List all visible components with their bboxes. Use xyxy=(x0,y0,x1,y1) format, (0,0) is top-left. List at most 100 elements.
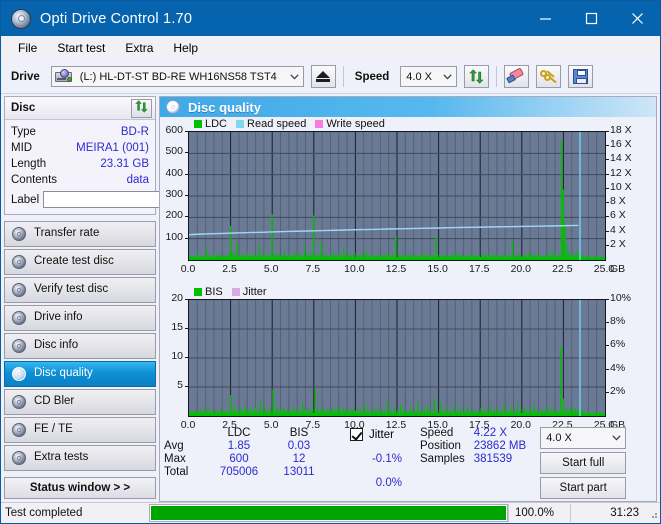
x-axis-tick: 12.5 xyxy=(385,419,407,431)
legend-label: LDC xyxy=(205,117,228,130)
menu-file[interactable]: File xyxy=(9,38,46,58)
sidebar-item-transfer-rate[interactable]: Transfer rate xyxy=(4,221,156,247)
minimize-icon[interactable] xyxy=(522,1,568,36)
disc-row-contents: Contents data xyxy=(11,172,149,188)
disc-row-key: Contents xyxy=(11,174,58,186)
menu-start-test[interactable]: Start test xyxy=(48,38,114,58)
plot-area[interactable] xyxy=(188,299,606,417)
speed-label: Speed xyxy=(354,70,390,83)
resize-grip-icon[interactable] xyxy=(644,506,658,520)
disc-row-value: MEIRA1 (001) xyxy=(76,142,149,154)
stats-max-ldc: 600 xyxy=(229,453,249,465)
menu-help[interactable]: Help xyxy=(164,38,207,58)
sidebar-item-cd-bler[interactable]: CD Bler xyxy=(4,389,156,415)
progress-fill xyxy=(151,506,506,520)
start-full-button[interactable]: Start full xyxy=(540,452,627,474)
chevron-down-icon xyxy=(608,435,625,441)
disc-row-key: Type xyxy=(11,126,36,138)
y2-axis-tick: 10 X xyxy=(610,180,632,193)
charts-container: LDC Read speed Write speed 100 200 300 400 500 6… xyxy=(160,117,656,432)
drive-select[interactable]: (L:) HL-DT-ST BD-RE WH16NS58 TST4 xyxy=(50,66,304,87)
x-axis-tick: 20.0 xyxy=(510,419,532,431)
x-axis-tick: 12.5 xyxy=(385,263,407,275)
content-area: Disc quality LDC Read speed Write speed 100… xyxy=(158,94,660,502)
y2-axis-tick: 6 X xyxy=(610,209,626,222)
y2-axis-tickmark xyxy=(606,202,609,204)
y2-axis-tick: 2% xyxy=(610,384,626,397)
status-window-button[interactable]: Status window > > xyxy=(4,477,156,499)
jitter-checkbox[interactable] xyxy=(350,428,363,441)
sidebar-item-create-test-disc[interactable]: Create test disc xyxy=(4,249,156,275)
y2-axis-tickmark xyxy=(606,216,609,218)
y2-axis-tick: 2 X xyxy=(610,237,626,250)
save-button[interactable] xyxy=(568,65,594,88)
toolbar-divider-1 xyxy=(342,66,344,87)
menu-extra[interactable]: Extra xyxy=(116,38,162,58)
legend-item: LDC xyxy=(194,118,227,130)
app-window: Opti Drive Control 1.70 File Start test … xyxy=(0,0,661,524)
y2-axis-tickmark xyxy=(606,368,609,370)
plot-area[interactable] xyxy=(188,131,606,261)
x-axis-tick: 2.5 xyxy=(222,263,237,275)
test-speed-select[interactable]: 4.0 X xyxy=(540,427,627,449)
stats-avg-ldc: 1.85 xyxy=(227,440,251,452)
disc-icon xyxy=(12,254,27,270)
y-axis-tick: 300 xyxy=(165,188,183,200)
y-axis-tickmark xyxy=(185,237,188,239)
stats-total-ldc: 705006 xyxy=(219,466,259,478)
position-stat-value: 23862 MB xyxy=(473,440,527,452)
y2-axis-tick: 18 X xyxy=(610,124,632,136)
test-controls: 4.0 X Start full Start part xyxy=(540,427,627,499)
drive-label: Drive xyxy=(11,70,40,83)
speed-select[interactable]: 4.0 X xyxy=(400,66,458,87)
bis-chart[interactable]: BIS Jitter 5 10 15 20 2% 4% 6% 8% 10% 0.0 2.5 5.0 7.5 1… xyxy=(160,285,656,441)
sidebar-item-label: Disc info xyxy=(34,339,79,352)
y2-axis-tick: 6% xyxy=(610,338,626,351)
legend-swatch xyxy=(194,119,202,128)
disc-row-value: 23.31 GB xyxy=(100,158,149,170)
sidebar-item-verify-test-disc[interactable]: Verify test disc xyxy=(4,277,156,303)
y2-axis-tick: 4% xyxy=(610,361,626,374)
disc-refresh-button[interactable] xyxy=(131,98,152,118)
y-axis-tickmark xyxy=(185,299,188,300)
page-title: Disc quality xyxy=(188,99,261,115)
jitter-max-row: 0.0% xyxy=(350,476,402,491)
disc-panel: Disc Type BD-R MID MEIRA1 (001) Length 2… xyxy=(4,96,247,215)
erase-button[interactable] xyxy=(504,65,530,88)
x-axis-tick: 20.0 xyxy=(510,263,532,275)
y-axis-tickmark xyxy=(185,328,188,329)
ldc-chart[interactable]: LDC Read speed Write speed 100 200 300 400 500 6… xyxy=(160,117,656,285)
disc-row-key: Length xyxy=(11,158,47,170)
disc-row-type: Type BD-R xyxy=(11,124,149,140)
y2-axis-tickmark xyxy=(606,173,609,175)
disc-info-rows: Type BD-R MID MEIRA1 (001) Length 23.31 … xyxy=(5,120,247,214)
disc-icon xyxy=(12,450,27,466)
jitter-avg-row: -0.1% xyxy=(350,451,402,466)
sidebar-item-disc-info[interactable]: Disc info xyxy=(4,333,156,359)
keys-button[interactable] xyxy=(536,65,562,88)
stats-row-key: Avg xyxy=(164,440,184,452)
nav-list: Transfer rate Create test disc Verify te… xyxy=(4,221,156,471)
sidebar-item-drive-info[interactable]: Drive info xyxy=(4,305,156,331)
chart-legend: BIS Jitter xyxy=(194,285,272,298)
close-icon[interactable] xyxy=(614,1,660,36)
sidebar-item-fe-te[interactable]: FE / TE xyxy=(4,417,156,443)
disc-row-value: data xyxy=(126,174,149,186)
refresh-button[interactable] xyxy=(464,65,490,88)
eraser-icon xyxy=(506,67,526,84)
app-disc-icon xyxy=(10,8,32,30)
y-axis-tickmark xyxy=(185,131,188,132)
speed-select-value: 4.0 X xyxy=(406,70,432,83)
start-part-button[interactable]: Start part xyxy=(540,477,627,499)
disc-icon xyxy=(166,99,181,115)
sidebar-item-disc-quality[interactable]: Disc quality xyxy=(4,361,156,387)
sidebar-item-extra-tests[interactable]: Extra tests xyxy=(4,445,156,471)
y2-axis-tick: 8% xyxy=(610,315,626,328)
legend-swatch xyxy=(236,119,245,128)
eject-button[interactable] xyxy=(310,65,336,88)
y-axis-tick: 15 xyxy=(171,321,183,333)
stats-row-key: Total xyxy=(164,466,189,478)
legend-item: BIS xyxy=(194,286,223,298)
maximize-icon[interactable] xyxy=(568,1,614,36)
stats-max-bis: 12 xyxy=(292,453,306,465)
